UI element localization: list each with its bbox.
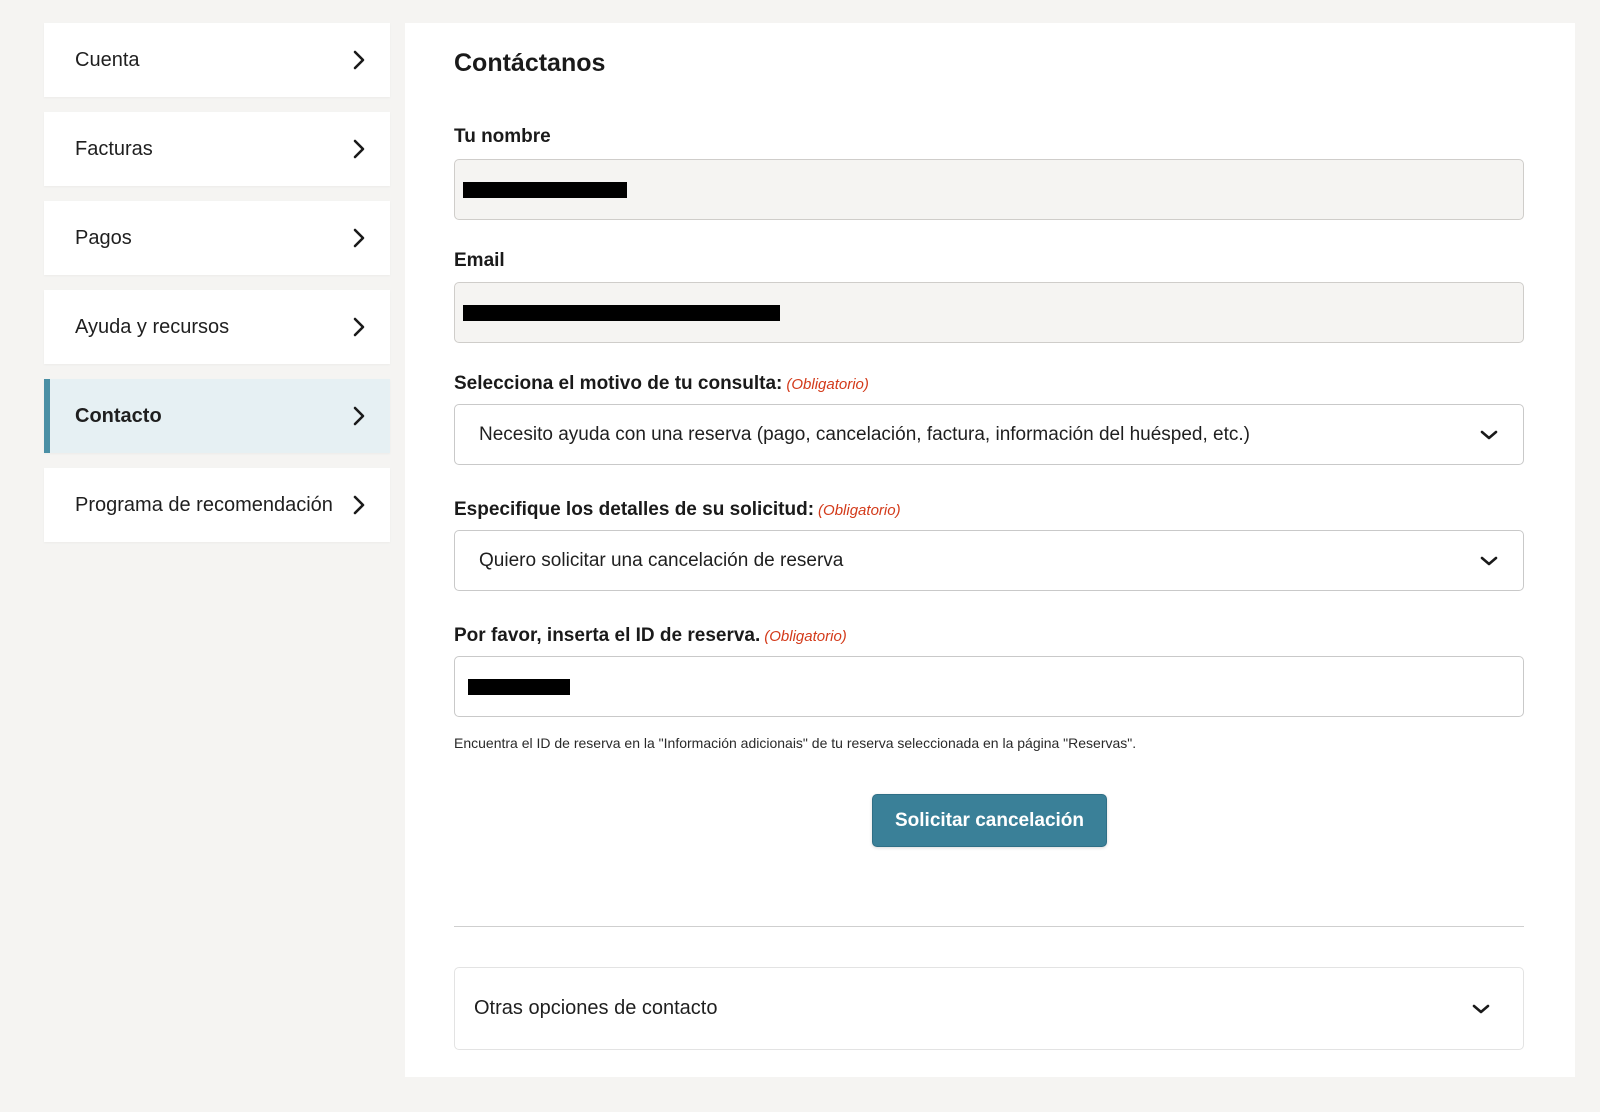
sidebar-item-label: Pagos	[75, 226, 132, 249]
chevron-down-icon	[1472, 1004, 1490, 1013]
reason-label: Selecciona el motivo de tu consulta: (Obl…	[454, 373, 869, 395]
page-title: Contáctanos	[454, 49, 606, 77]
redacted-email	[463, 304, 780, 321]
other-contact-options-accordion[interactable]: Otras opciones de contacto	[454, 967, 1524, 1050]
reason-label-text: Selecciona el motivo de tu consulta:	[454, 373, 783, 394]
name-field[interactable]	[454, 159, 1524, 220]
required-marker: (Obligatorio)	[818, 502, 901, 519]
sidebar-item-contacto[interactable]: Contacto	[44, 379, 390, 453]
sidebar-item-label: Cuenta	[75, 48, 140, 71]
required-marker: (Obligatorio)	[764, 628, 847, 645]
sidebar-item-label: Programa de recomendación	[75, 493, 333, 516]
chevron-down-icon	[1480, 430, 1498, 439]
sidebar-item-programa[interactable]: Programa de recomendación	[44, 468, 390, 542]
sidebar-item-facturas[interactable]: Facturas	[44, 112, 390, 186]
booking-id-helper: Encuentra el ID de reserva en la "Inform…	[454, 735, 1137, 751]
chevron-right-icon	[353, 50, 365, 70]
chevron-right-icon	[353, 228, 365, 248]
email-field[interactable]	[454, 282, 1524, 343]
redacted-name	[463, 181, 627, 198]
details-select[interactable]: Quiero solicitar una cancelación de rese…	[454, 530, 1524, 591]
chevron-right-icon	[353, 495, 365, 515]
required-marker: (Obligatorio)	[786, 376, 869, 393]
accordion-label: Otras opciones de contacto	[474, 997, 718, 1019]
chevron-right-icon	[353, 139, 365, 159]
reason-select-value: Necesito ayuda con una reserva (pago, ca…	[479, 423, 1251, 445]
sidebar-item-ayuda[interactable]: Ayuda y recursos	[44, 290, 390, 364]
email-label: Email	[454, 250, 505, 271]
sidebar-item-label: Ayuda y recursos	[75, 315, 230, 338]
contact-form-panel: Contáctanos Tu nombre Email Selecciona e…	[405, 23, 1575, 1077]
booking-id-label-text: Por favor, inserta el ID de reserva.	[454, 625, 761, 646]
details-label-text: Especifique los detalles de su solicitud…	[454, 499, 815, 520]
sidebar-item-pagos[interactable]: Pagos	[44, 201, 390, 275]
details-select-value: Quiero solicitar una cancelación de rese…	[479, 549, 844, 571]
sidebar: Cuenta Facturas Pagos Ayuda y recursos C…	[44, 23, 390, 557]
request-cancellation-button[interactable]: Solicitar cancelación	[872, 794, 1107, 847]
booking-id-label: Por favor, inserta el ID de reserva. (Obl…	[454, 625, 847, 647]
chevron-right-icon	[353, 317, 365, 337]
details-label: Especifique los detalles de su solicitud…	[454, 499, 901, 521]
sidebar-item-cuenta[interactable]: Cuenta	[44, 23, 390, 97]
sidebar-item-label: Facturas	[75, 137, 153, 160]
booking-id-input[interactable]	[454, 656, 1524, 717]
reason-select[interactable]: Necesito ayuda con una reserva (pago, ca…	[454, 404, 1524, 465]
chevron-right-icon	[353, 406, 365, 426]
chevron-down-icon	[1480, 556, 1498, 565]
sidebar-item-label: Contacto	[75, 404, 162, 427]
name-label: Tu nombre	[454, 126, 551, 147]
divider	[454, 926, 1524, 927]
redacted-booking-id	[468, 678, 570, 695]
